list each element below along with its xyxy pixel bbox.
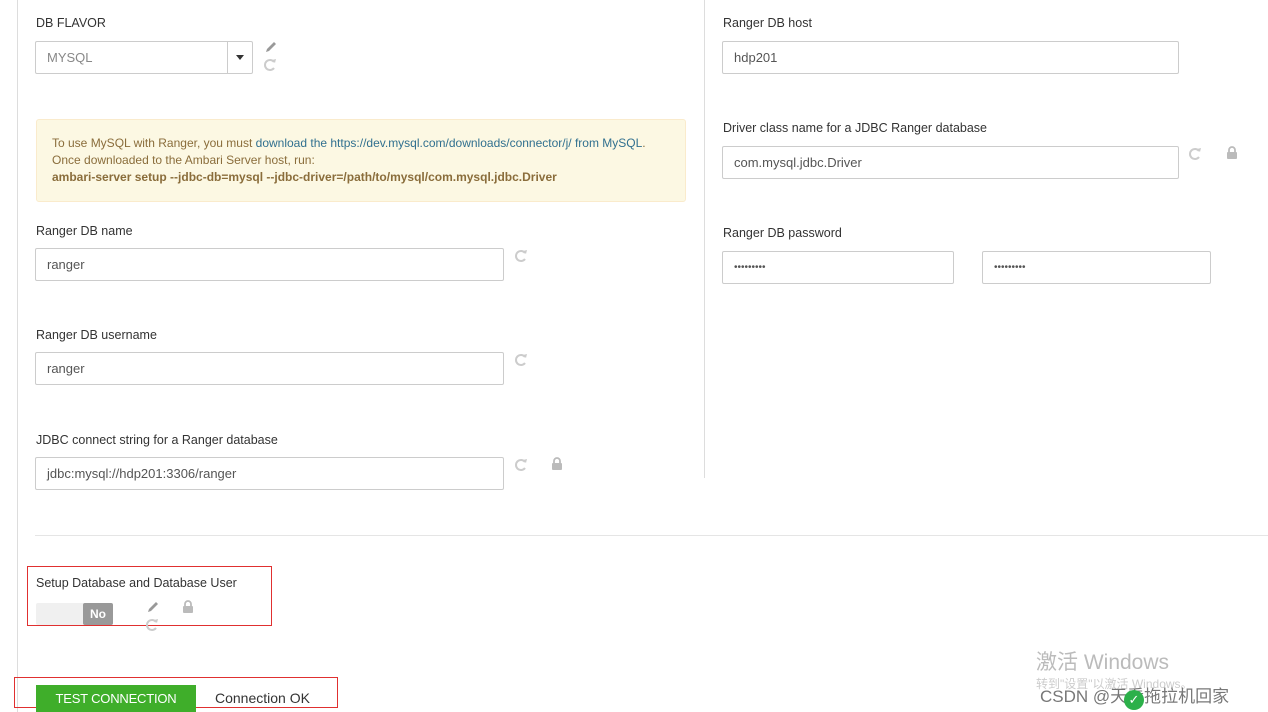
jdbc-string-label: JDBC connect string for a Ranger databas… — [36, 433, 278, 447]
windows-activate-title: 激活 Windows — [1036, 651, 1170, 674]
db-password-confirm-input[interactable]: ••••••••• — [982, 251, 1211, 284]
driver-class-input[interactable]: com.mysql.jdbc.Driver — [722, 146, 1179, 179]
db-host-input[interactable]: hdp201 — [722, 41, 1179, 74]
db-password-label: Ranger DB password — [723, 226, 842, 240]
pencil-icon[interactable] — [146, 600, 160, 614]
setup-db-toggle[interactable]: No — [36, 603, 113, 625]
db-flavor-dropdown-toggle[interactable] — [227, 42, 252, 73]
lock-icon[interactable] — [181, 600, 195, 614]
undo-icon[interactable] — [145, 618, 159, 632]
db-flavor-value: MYSQL — [47, 50, 93, 65]
jdbc-string-input[interactable]: jdbc:mysql://hdp201:3306/ranger — [35, 457, 504, 490]
db-name-input[interactable]: ranger — [35, 248, 504, 281]
db-password-input[interactable]: ••••••••• — [722, 251, 954, 284]
db-username-label: Ranger DB username — [36, 328, 157, 342]
left-border — [17, 0, 18, 712]
lock-icon[interactable] — [1225, 146, 1239, 160]
db-host-label: Ranger DB host — [723, 16, 812, 30]
mysql-notice: To use MySQL with Ranger, you must downl… — [36, 119, 686, 202]
notice-prefix: To use MySQL with Ranger, you must — [52, 136, 256, 150]
undo-icon[interactable] — [514, 353, 528, 367]
undo-icon[interactable] — [1188, 147, 1202, 161]
column-divider — [704, 0, 705, 478]
test-connection-button[interactable]: TEST CONNECTION — [36, 685, 196, 712]
setup-db-toggle-knob: No — [83, 603, 113, 625]
notice-download-link[interactable]: download the https://dev.mysql.com/downl… — [256, 136, 643, 150]
db-name-label: Ranger DB name — [36, 224, 133, 238]
db-username-input[interactable]: ranger — [35, 352, 504, 385]
connection-status: Connection OK — [215, 690, 310, 706]
setup-db-label: Setup Database and Database User — [36, 576, 237, 590]
undo-icon[interactable] — [514, 249, 528, 263]
lock-icon[interactable] — [550, 457, 564, 471]
green-check-icon: ✓ — [1124, 690, 1144, 710]
db-flavor-select[interactable]: MYSQL — [35, 41, 253, 74]
undo-icon[interactable] — [514, 458, 528, 472]
undo-icon[interactable] — [263, 58, 277, 72]
section-divider — [35, 535, 1268, 536]
driver-class-label: Driver class name for a JDBC Ranger data… — [723, 121, 988, 135]
notice-command: ambari-server setup --jdbc-db=mysql --jd… — [52, 170, 557, 184]
pencil-icon[interactable] — [264, 40, 278, 54]
caret-down-icon — [236, 55, 244, 60]
db-flavor-label: DB FLAVOR — [36, 16, 106, 30]
